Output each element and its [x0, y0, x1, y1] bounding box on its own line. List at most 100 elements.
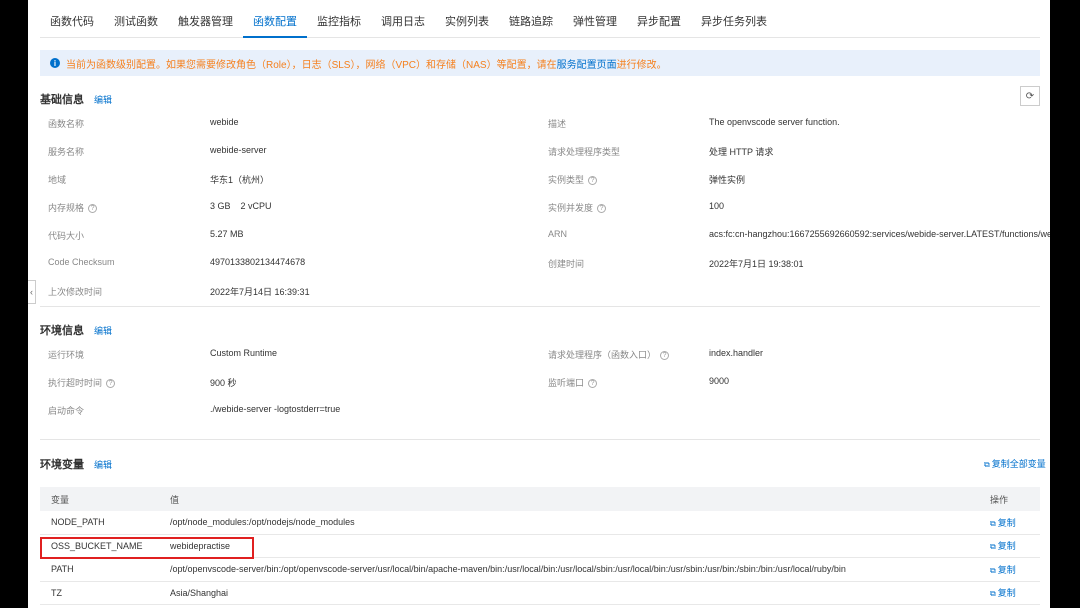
- copy-button[interactable]: ⧉ 复制: [990, 565, 1016, 575]
- copy-button[interactable]: ⧉ 复制: [990, 588, 1016, 598]
- table-row: NODE_PATH /opt/node_modules:/opt/nodejs/…: [40, 511, 1040, 535]
- checksum-value: 4970133802134474678: [210, 257, 306, 267]
- handler-type-value: 处理 HTTP 请求: [709, 147, 774, 157]
- env-var-value: /opt/openvscode-server/bin:/opt/openvsco…: [170, 564, 846, 575]
- env-var-name: TZ: [51, 587, 62, 598]
- field-label: 请求处理程序（函数入口）?: [548, 348, 670, 361]
- copy-all-label: 复制全部变量: [991, 459, 1046, 469]
- copy-label: 复制: [997, 588, 1016, 599]
- copy-all-vars-button[interactable]: ⧉ 复制全部变量: [984, 457, 1046, 470]
- field-label: 内存规格?: [48, 201, 98, 214]
- help-icon[interactable]: ?: [88, 204, 98, 214]
- field-label: 请求处理程序类型: [548, 147, 621, 157]
- field-label: 创建时间: [548, 259, 585, 269]
- copy-icon: ⧉: [990, 518, 996, 528]
- tab-instance-list[interactable]: 实例列表: [435, 0, 499, 38]
- code-size-value: 5.27 MB: [210, 229, 244, 239]
- basic-info-heading: 基础信息: [40, 94, 84, 106]
- copy-button[interactable]: ⧉ 复制: [990, 518, 1016, 528]
- field-label: 运行环境: [48, 350, 85, 360]
- tab-elastic-management[interactable]: 弹性管理: [563, 0, 627, 38]
- env-var-value: Asia/Shanghai: [170, 587, 229, 598]
- env-vars-table: 变量 值 操作 NODE_PATH /opt/node_modules:/opt…: [40, 487, 1040, 605]
- description-value: The openvscode server function.: [709, 117, 840, 127]
- tab-async-config[interactable]: 异步配置: [627, 0, 691, 38]
- field-label: 代码大小: [48, 231, 85, 241]
- help-icon[interactable]: ?: [660, 351, 670, 361]
- table-header: 变量 值 操作: [40, 487, 1040, 511]
- tab-function-code[interactable]: 函数代码: [40, 0, 104, 38]
- handler-label: 请求处理程序（函数入口）: [548, 350, 657, 360]
- tab-test-function[interactable]: 测试函数: [104, 0, 168, 38]
- env-var-name: PATH: [51, 564, 74, 575]
- basic-info-title: 基础信息 编辑: [40, 91, 112, 107]
- help-icon[interactable]: ?: [588, 176, 598, 186]
- help-icon[interactable]: ?: [588, 379, 598, 389]
- copy-label: 复制: [997, 564, 1016, 575]
- copy-icon: ⧉: [990, 565, 996, 575]
- env-var-name: NODE_PATH: [51, 517, 105, 528]
- info-icon: i: [50, 58, 60, 68]
- column-header-action: 操作: [990, 494, 1009, 505]
- runtime-info-edit-link[interactable]: 编辑: [94, 324, 112, 337]
- table-row: PATH /opt/openvscode-server/bin:/opt/ope…: [40, 558, 1040, 582]
- instance-type-label: 实例类型: [548, 175, 585, 185]
- env-vars-heading: 环境变量: [40, 459, 84, 471]
- copy-icon: ⧉: [984, 460, 990, 469]
- copy-icon: ⧉: [990, 589, 996, 599]
- notice-suffix: 进行修改。: [616, 59, 667, 71]
- tab-monitoring[interactable]: 监控指标: [307, 0, 371, 38]
- port-value: 9000: [709, 376, 730, 386]
- basic-info-edit-link[interactable]: 编辑: [94, 93, 112, 106]
- env-var-value: /opt/node_modules:/opt/nodejs/node_modul…: [170, 517, 355, 528]
- field-label: Code Checksum: [48, 257, 115, 267]
- field-label: 描述: [548, 119, 567, 129]
- tab-tracing[interactable]: 链路追踪: [499, 0, 563, 38]
- column-header-value: 值: [170, 494, 180, 505]
- tab-bar: 函数代码 测试函数 触发器管理 函数配置 监控指标 调用日志 实例列表 链路追踪…: [40, 0, 1040, 38]
- copy-label: 复制: [997, 517, 1016, 528]
- created-time-value: 2022年7月1日 19:38:01: [709, 259, 804, 269]
- field-label: 执行超时时间?: [48, 376, 116, 389]
- tab-trigger-management[interactable]: 触发器管理: [168, 0, 243, 38]
- collapse-handle[interactable]: ‹: [28, 280, 36, 304]
- port-label: 监听端口: [548, 378, 585, 388]
- env-vars-title: 环境变量 编辑: [40, 456, 112, 472]
- field-label: 服务名称: [48, 147, 85, 157]
- service-name-value: webide-server: [210, 145, 267, 155]
- handler-value: index.handler: [709, 348, 764, 358]
- field-label: ARN: [548, 229, 568, 239]
- info-notice: i 当前为函数级别配置。如果您需要修改角色（Role），日志（SLS），网络（V…: [40, 50, 1040, 76]
- function-config-page: 函数代码 测试函数 触发器管理 函数配置 监控指标 调用日志 实例列表 链路追踪…: [28, 0, 1050, 608]
- env-vars-edit-link[interactable]: 编辑: [94, 458, 112, 471]
- copy-button[interactable]: ⧉ 复制: [990, 541, 1016, 551]
- chevron-left-icon: ‹: [30, 287, 33, 297]
- copy-icon: ⧉: [990, 542, 996, 552]
- field-label: 监听端口?: [548, 376, 598, 389]
- concurrency-label: 实例并发度: [548, 203, 594, 213]
- service-config-link[interactable]: 服务配置页面: [557, 56, 617, 71]
- table-row: OSS_BUCKET_NAME webidepractise ⧉ 复制: [40, 535, 1040, 558]
- tab-invocation-logs[interactable]: 调用日志: [371, 0, 435, 38]
- concurrency-value: 100: [709, 201, 725, 211]
- tab-async-task-list[interactable]: 异步任务列表: [691, 0, 777, 38]
- field-label: 实例类型?: [548, 173, 598, 186]
- start-command-value: ./webide-server -logtostderr=true: [210, 404, 341, 414]
- field-label: 函数名称: [48, 119, 85, 129]
- refresh-button[interactable]: ⟳: [1020, 86, 1040, 106]
- notice-text: 当前为函数级别配置。如果您需要修改角色（Role），日志（SLS），网络（VPC…: [66, 59, 557, 71]
- field-label: 启动命令: [48, 406, 85, 416]
- runtime-value: Custom Runtime: [210, 348, 278, 358]
- help-icon[interactable]: ?: [597, 204, 607, 214]
- divider: [40, 439, 1040, 440]
- function-name-value: webide: [210, 117, 239, 127]
- refresh-icon: ⟳: [1025, 90, 1035, 102]
- divider: [40, 306, 1040, 307]
- runtime-info-title: 环境信息 编辑: [40, 322, 112, 338]
- tab-function-config[interactable]: 函数配置: [243, 0, 307, 38]
- field-label: 实例并发度?: [548, 201, 607, 214]
- help-icon[interactable]: ?: [106, 379, 116, 389]
- region-value: 华东1（杭州）: [210, 175, 270, 185]
- field-label: 地域: [48, 175, 67, 185]
- timeout-label: 执行超时时间: [48, 378, 103, 388]
